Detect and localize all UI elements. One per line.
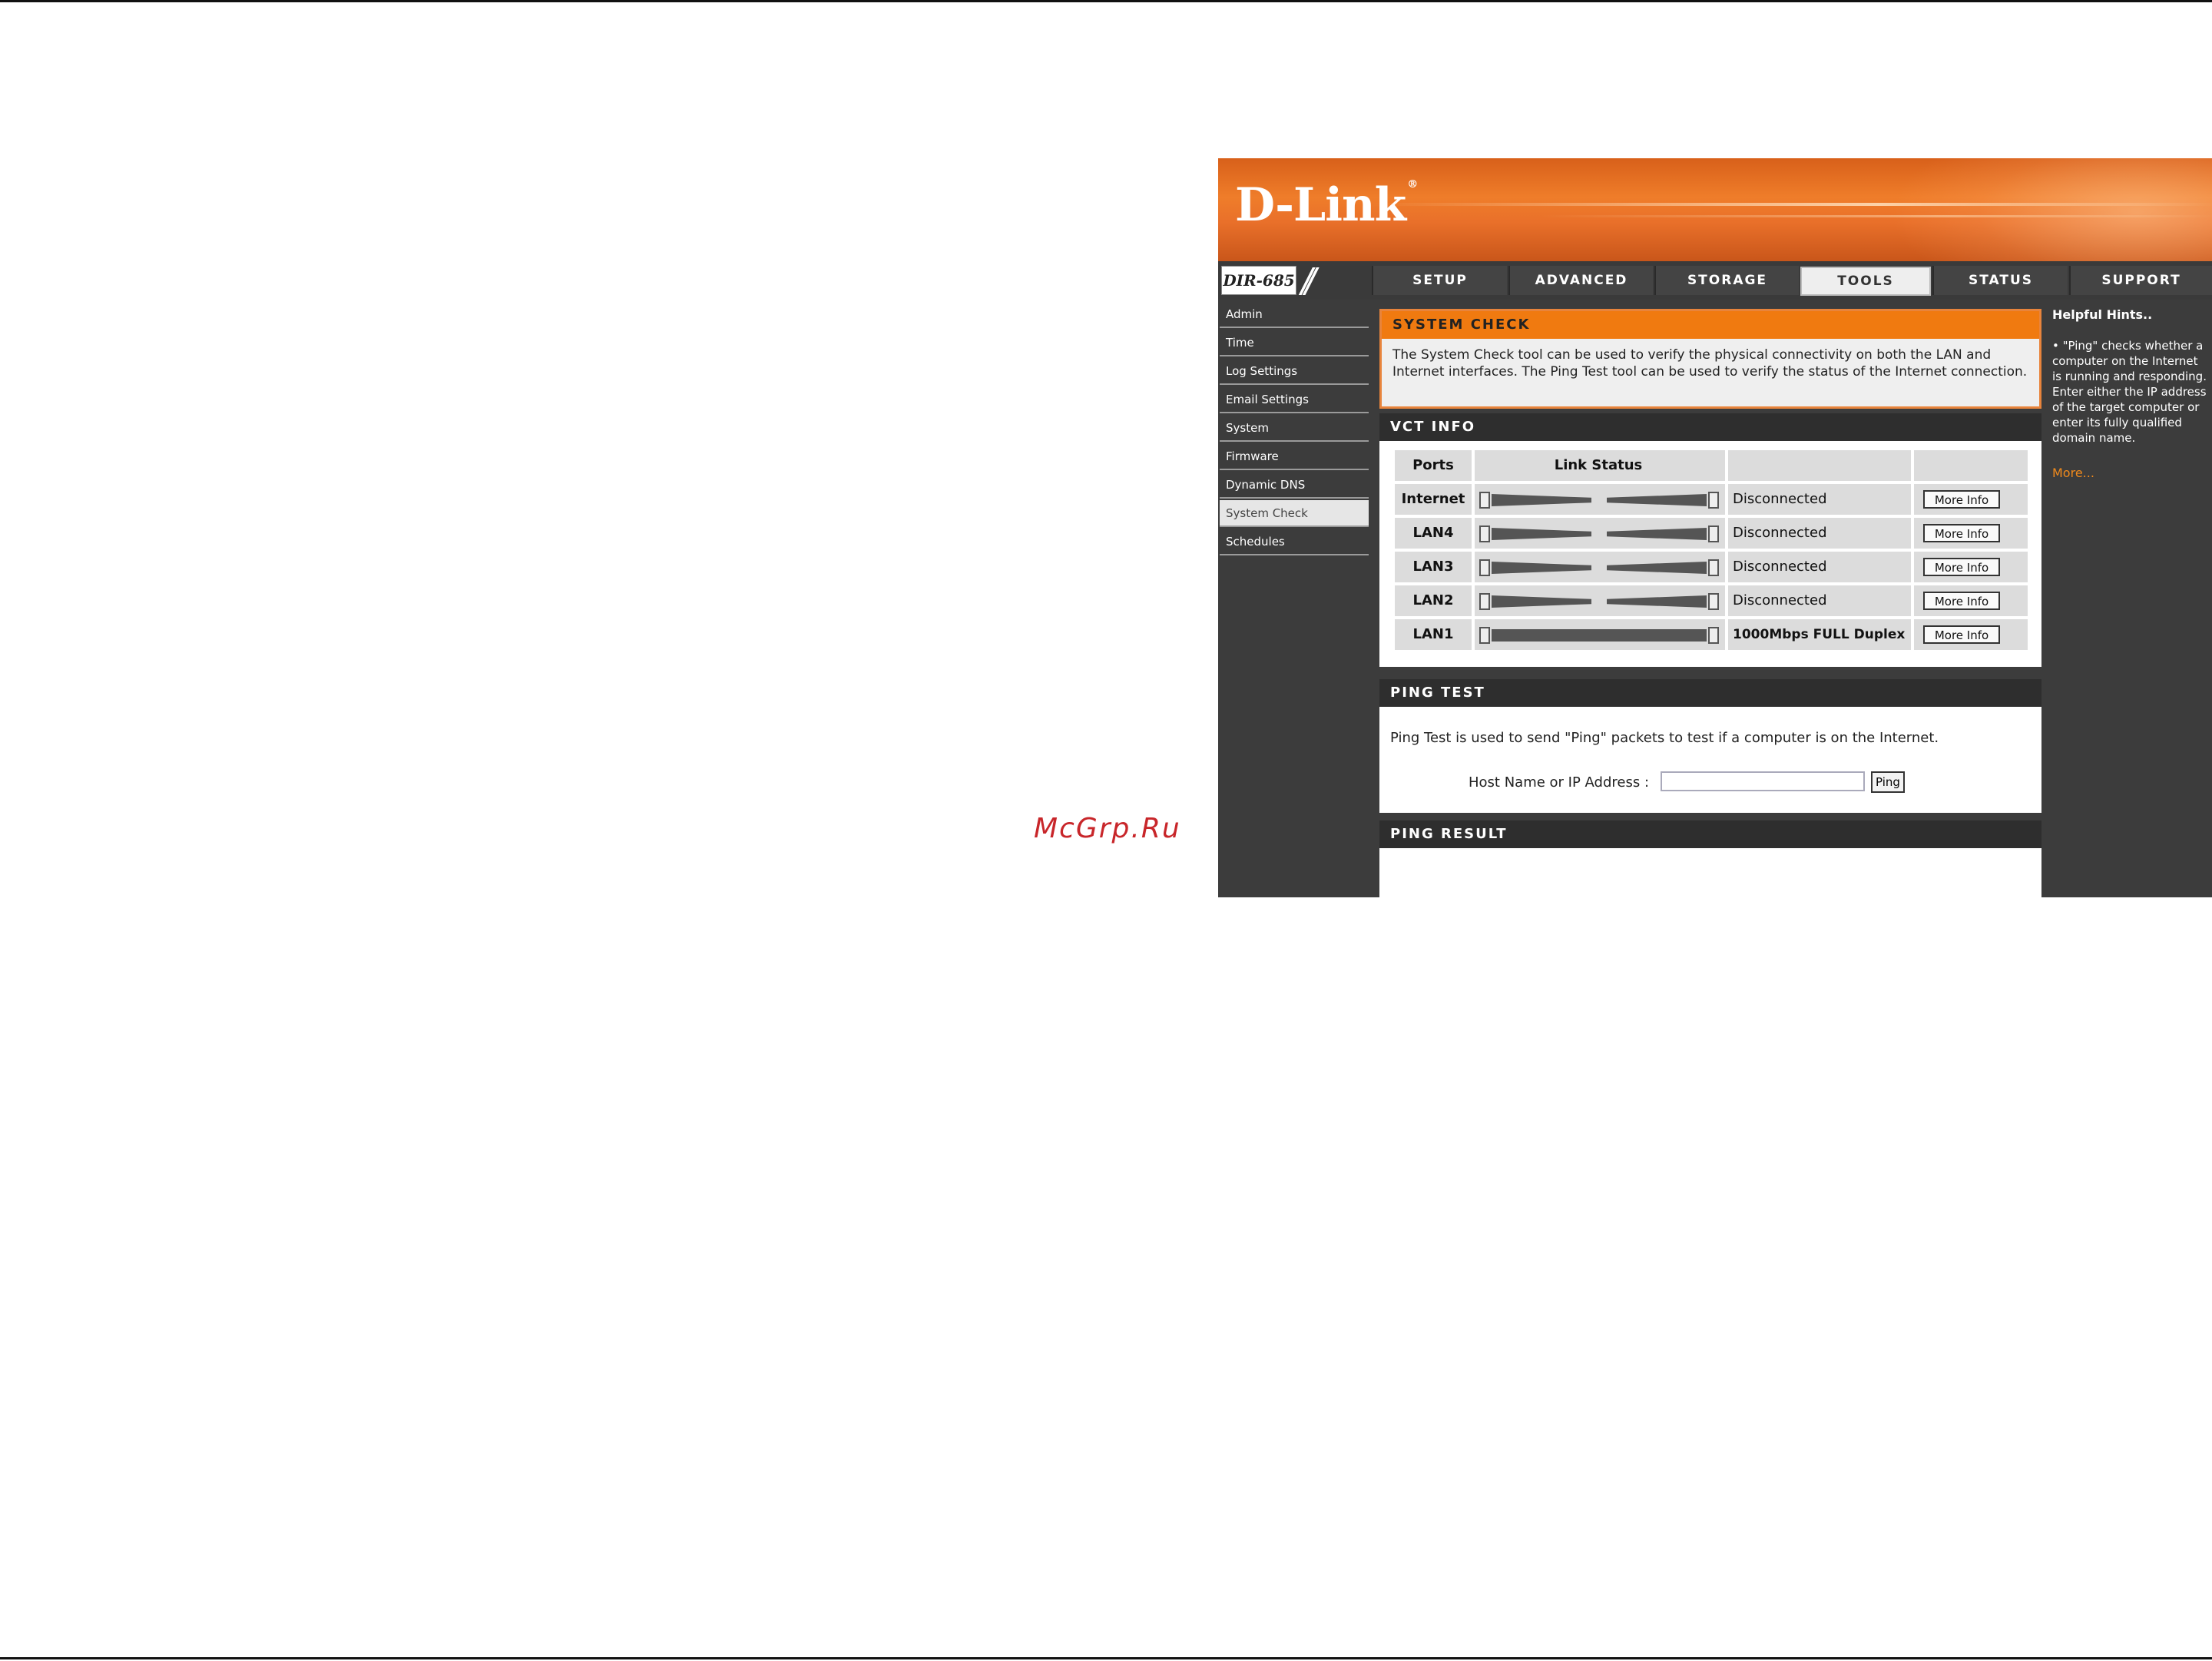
host-label: Host Name or IP Address : [1469,774,1650,791]
sidebar-item-time[interactable]: Time [1220,330,1369,356]
sidebar-item-email-settings[interactable]: Email Settings [1220,386,1369,413]
ping-result-panel: PING RESULT [1379,821,2041,897]
column-divider [1911,484,1914,515]
ping-test-title: PING TEST [1379,679,2041,707]
sidebar-item-system[interactable]: System [1220,415,1369,442]
router-ui-screenshot: D-Link ® DIR-685 // SETUP ADVANCED STORAG… [1218,158,2212,897]
ping-test-panel: PING TEST Ping Test is used to send "Pin… [1379,679,2041,813]
brand-banner: D-Link ® [1218,158,2212,261]
column-divider [1911,585,1914,616]
host-input[interactable] [1661,771,1865,791]
tab-status[interactable]: STATUS [1932,266,2068,295]
main-content: SYSTEM CHECK The System Check tool can b… [1376,301,2045,897]
column-divider [1725,585,1728,616]
link-status: Disconnected [1733,491,1827,507]
table-row: Internet Disconnected More Info [1395,484,2028,515]
column-divider [1472,518,1475,549]
bottom-rule [0,1657,2212,1659]
model-badge: DIR-685 // [1221,261,1367,300]
vct-info-title: VCT INFO [1379,413,2041,441]
vct-info-panel: VCT INFO Ports Link Status Internet Disc… [1379,413,2041,667]
system-check-description: The System Check tool can be used to ver… [1392,347,2028,380]
cable-disconnected-icon [1479,559,1719,576]
table-row: LAN3 Disconnected More Info [1395,552,2028,582]
model-name: DIR-685 [1221,266,1296,295]
column-divider [1725,518,1728,549]
ping-button[interactable]: Ping [1871,771,1905,793]
link-status: 1000Mbps FULL Duplex [1733,627,1906,642]
column-divider [1911,450,1914,481]
banner-streak-decoration [1372,203,2212,206]
vct-header-row: Ports Link Status [1395,450,2028,481]
model-slash-decoration: // [1301,261,1316,300]
ping-test-description: Ping Test is used to send "Ping" packets… [1390,730,1939,746]
sidebar-item-dynamic-dns[interactable]: Dynamic DNS [1220,472,1369,499]
port-name: LAN3 [1412,559,1454,575]
column-divider [1725,450,1728,481]
sidebar-item-firmware[interactable]: Firmware [1220,443,1369,470]
dlink-logo: D-Link ® [1235,178,1418,232]
more-info-button[interactable]: More Info [1923,490,2000,509]
table-row: LAN1 1000Mbps FULL Duplex More Info [1395,619,2028,650]
column-divider [1911,552,1914,582]
link-status: Disconnected [1733,592,1827,608]
column-divider [1725,619,1728,650]
sidebar: Admin Time Log Settings Email Settings S… [1220,301,1370,897]
watermark: McGrp.Ru [1034,813,1181,844]
top-rule [0,0,2212,2]
helpful-hints-sidebar: Helpful Hints.. • "Ping" checks whether … [2048,301,2212,897]
more-info-button[interactable]: More Info [1923,558,2000,576]
table-row: LAN4 Disconnected More Info [1395,518,2028,549]
hints-title: Helpful Hints.. [2052,307,2153,322]
column-divider [1472,585,1475,616]
port-name: LAN1 [1412,626,1454,642]
system-check-title: SYSTEM CHECK [1382,311,2039,339]
cable-disconnected-icon [1479,593,1719,610]
link-status: Disconnected [1733,525,1827,541]
system-check-panel: SYSTEM CHECK The System Check tool can b… [1379,309,2041,409]
banner-sweep-decoration [1889,158,2212,261]
sidebar-item-system-check[interactable]: System Check [1220,500,1369,527]
more-info-button[interactable]: More Info [1923,625,2000,644]
tab-tools[interactable]: TOOLS [1800,267,1931,296]
column-divider [1911,619,1914,650]
cable-disconnected-icon [1479,525,1719,542]
tab-advanced[interactable]: ADVANCED [1508,266,1653,295]
banner-streak-decoration [1541,215,2212,217]
sidebar-item-schedules[interactable]: Schedules [1220,529,1369,555]
tab-support[interactable]: SUPPORT [2069,266,2212,295]
link-status-header: Link Status [1554,457,1643,473]
column-divider [1911,518,1914,549]
sidebar-item-log-settings[interactable]: Log Settings [1220,358,1369,385]
more-info-button[interactable]: More Info [1923,592,2000,610]
ports-header: Ports [1412,457,1454,473]
column-divider [1472,552,1475,582]
cable-connected-icon [1479,627,1719,644]
port-name: Internet [1401,491,1465,507]
port-name: LAN4 [1412,525,1454,541]
tab-setup[interactable]: SETUP [1372,266,1507,295]
column-divider [1725,552,1728,582]
sidebar-item-admin[interactable]: Admin [1220,301,1369,328]
column-divider [1472,484,1475,515]
more-info-button[interactable]: More Info [1923,524,2000,542]
tab-storage[interactable]: STORAGE [1654,266,1799,295]
column-divider [1472,619,1475,650]
hints-body: • "Ping" checks whether a computer on th… [2052,339,2207,445]
ping-result-title: PING RESULT [1379,821,2041,848]
port-name: LAN2 [1412,592,1454,608]
cable-disconnected-icon [1479,492,1719,509]
hints-more-link[interactable]: More... [2052,466,2094,480]
column-divider [1725,484,1728,515]
link-status: Disconnected [1733,559,1827,575]
table-row: LAN2 Disconnected More Info [1395,585,2028,616]
